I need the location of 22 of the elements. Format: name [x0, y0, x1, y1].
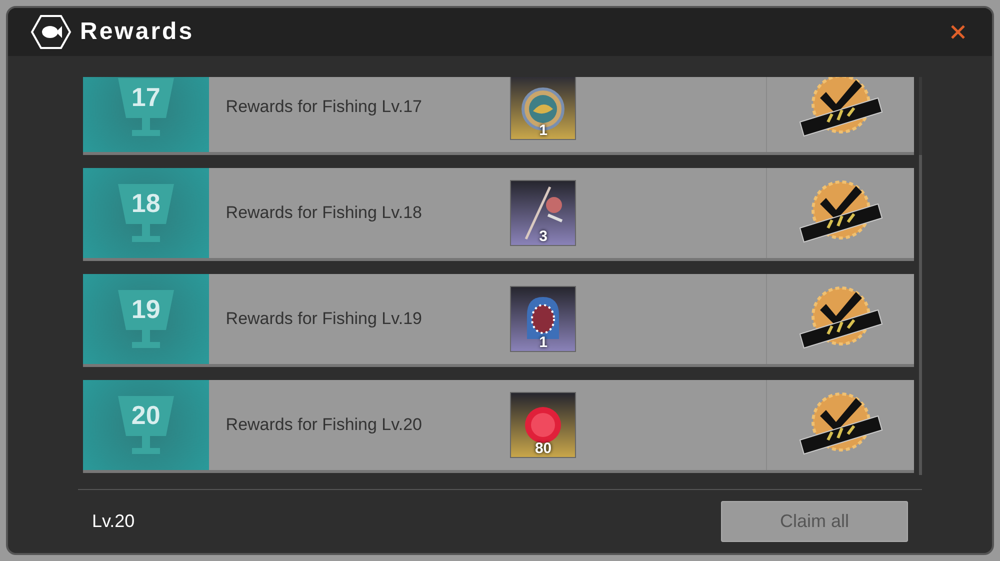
item-quantity: 1: [539, 335, 548, 350]
reward-label: Rewards for Fishing Lv.17: [226, 96, 424, 118]
reward-item[interactable]: 3: [510, 180, 576, 246]
level-number: 17: [131, 81, 160, 114]
reward-item[interactable]: 1: [510, 286, 576, 352]
trophy-icon: [116, 394, 176, 456]
trophy-icon: [116, 182, 176, 244]
current-level: Lv.20: [92, 510, 135, 533]
level-number: 20: [131, 399, 160, 432]
reward-label: Rewards for Fishing Lv.19: [226, 308, 424, 330]
trophy-icon: [116, 77, 176, 138]
item-quantity: 80: [534, 441, 552, 456]
trophy-icon: [116, 288, 176, 350]
level-number: 19: [131, 293, 160, 326]
item-quantity: 3: [539, 229, 548, 244]
fish-icon: [30, 14, 72, 50]
reward-label: Rewards for Fishing Lv.18: [226, 202, 424, 224]
close-icon: [950, 24, 966, 40]
reward-label: Rewards for Fishing Lv.20: [226, 414, 424, 436]
reward-item[interactable]: 80: [510, 392, 576, 458]
level-number: 18: [131, 187, 160, 220]
window-title: Rewards: [80, 17, 194, 47]
